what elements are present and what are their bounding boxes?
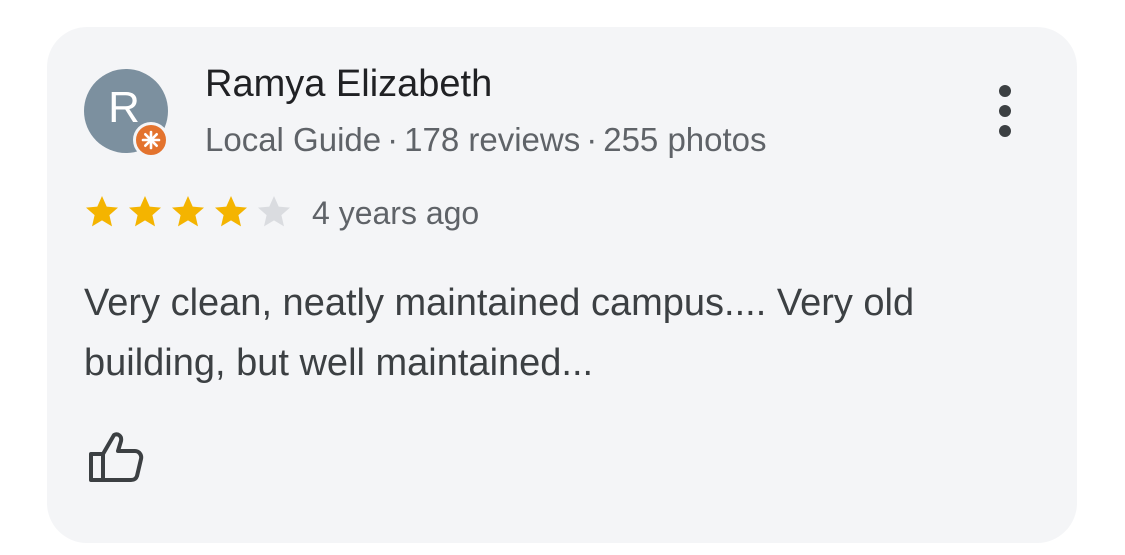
review-text: Very clean, neatly maintained campus....… bbox=[84, 273, 1044, 393]
meta-separator: · bbox=[586, 121, 598, 158]
author-meta: Local Guide · 178 reviews · 255 photos bbox=[205, 121, 767, 159]
more-vertical-icon-dot bbox=[999, 85, 1011, 97]
meta-separator: · bbox=[387, 121, 399, 158]
review-count: 178 reviews bbox=[404, 121, 581, 158]
more-vertical-icon-dot bbox=[999, 125, 1011, 137]
star-filled-icon bbox=[215, 196, 247, 227]
local-guide-badge-icon bbox=[133, 122, 169, 158]
star-filled-icon bbox=[86, 196, 118, 227]
like-button[interactable] bbox=[87, 429, 145, 485]
thumbs-up-icon bbox=[89, 432, 144, 482]
local-guide-label: Local Guide bbox=[205, 121, 382, 158]
star-filled-icon bbox=[129, 196, 161, 227]
more-vertical-icon-dot bbox=[999, 105, 1011, 117]
review-text-line: building, but well maintained... bbox=[84, 342, 594, 384]
star-empty-icon bbox=[258, 196, 290, 227]
photo-count: 255 photos bbox=[603, 121, 767, 158]
more-options-button[interactable] bbox=[985, 79, 1025, 143]
review-text-line: Very clean, neatly maintained campus....… bbox=[84, 282, 915, 324]
review-time: 4 years ago bbox=[312, 195, 480, 231]
avatar-letter: R bbox=[108, 83, 140, 132]
review-card: R Ramya Elizabeth Local Guide · 178 review… bbox=[47, 27, 1077, 543]
star-filled-icon bbox=[172, 196, 204, 227]
author-name[interactable]: Ramya Elizabeth bbox=[205, 63, 492, 106]
